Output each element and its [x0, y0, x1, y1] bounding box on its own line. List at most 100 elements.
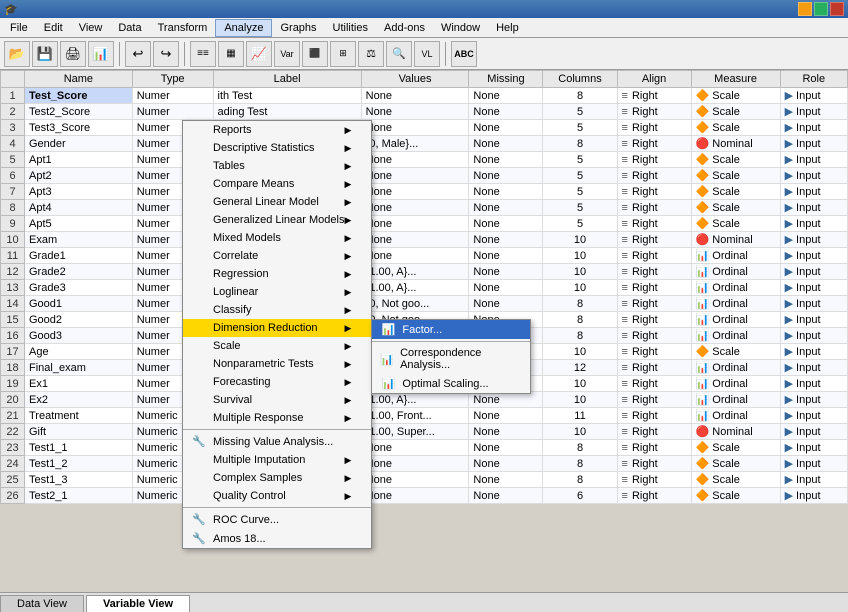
menu-quality-control[interactable]: Quality Control▶	[183, 487, 371, 505]
toolbar-var[interactable]: Var	[274, 41, 300, 67]
col-header-align[interactable]: Align	[617, 71, 691, 88]
cell-name[interactable]: Test_Score	[25, 88, 133, 104]
menu-glm[interactable]: General Linear Model▶	[183, 193, 371, 211]
toolbar-chart2[interactable]: ▦	[218, 41, 244, 67]
cell-name[interactable]: Test1_1	[25, 440, 133, 456]
cell-role: ▶Input	[780, 488, 847, 504]
cell-name[interactable]: Apt1	[25, 152, 133, 168]
cell-role: ▶Input	[780, 376, 847, 392]
row-number: 16	[1, 328, 25, 344]
cell-name[interactable]: Ex1	[25, 376, 133, 392]
cell-name[interactable]: Apt3	[25, 184, 133, 200]
toolbar-print[interactable]: 🖨	[60, 41, 86, 67]
cell-name[interactable]: Ex2	[25, 392, 133, 408]
minimize-button[interactable]	[798, 2, 812, 16]
col-header-label[interactable]: Label	[213, 71, 361, 88]
menu-reports[interactable]: Reports▶	[183, 121, 371, 139]
menu-view[interactable]: View	[71, 20, 111, 36]
cell-role: ▶Input	[780, 264, 847, 280]
toolbar-back[interactable]: ↩	[125, 41, 151, 67]
cell-name[interactable]: Test2_Score	[25, 104, 133, 120]
tab-variable-view[interactable]: Variable View	[86, 595, 190, 612]
menu-missing-value[interactable]: 🔧Missing Value Analysis...	[183, 432, 371, 451]
toolbar-save[interactable]: 💾	[32, 41, 58, 67]
cell-name[interactable]: Apt2	[25, 168, 133, 184]
menu-transform[interactable]: Transform	[150, 20, 216, 36]
menu-loglinear[interactable]: Loglinear▶	[183, 283, 371, 301]
close-button[interactable]	[830, 2, 844, 16]
cell-name[interactable]: Grade3	[25, 280, 133, 296]
tab-data-view[interactable]: Data View	[0, 595, 84, 612]
cell-align: ≡Right	[617, 232, 691, 248]
menu-scale[interactable]: Scale▶	[183, 337, 371, 355]
menu-complex-samples[interactable]: Complex Samples▶	[183, 469, 371, 487]
cell-name[interactable]: Test1_2	[25, 456, 133, 472]
cell-name[interactable]: Apt4	[25, 200, 133, 216]
menu-help[interactable]: Help	[488, 20, 527, 36]
toolbar-vl[interactable]: VL	[414, 41, 440, 67]
toolbar-split[interactable]: ⊞	[330, 41, 356, 67]
menu-gzlm[interactable]: Generalized Linear Models▶	[183, 211, 371, 229]
menu-descriptive[interactable]: Descriptive Statistics▶	[183, 139, 371, 157]
cell-name[interactable]: Treatment	[25, 408, 133, 424]
cell-name[interactable]: Test3_Score	[25, 120, 133, 136]
menu-mixed[interactable]: Mixed Models▶	[183, 229, 371, 247]
cell-name[interactable]: Gift	[25, 424, 133, 440]
toolbar-open[interactable]: 📂	[4, 41, 30, 67]
cell-name[interactable]: Test1_3	[25, 472, 133, 488]
menu-utilities[interactable]: Utilities	[325, 20, 376, 36]
menu-roc[interactable]: 🔧ROC Curve...	[183, 510, 371, 529]
toolbar-chart3[interactable]: 📈	[246, 41, 272, 67]
menu-graphs[interactable]: Graphs	[272, 20, 324, 36]
submenu-optimal-scaling[interactable]: 📊Optimal Scaling...	[372, 374, 530, 393]
menu-data[interactable]: Data	[110, 20, 149, 36]
menu-file[interactable]: File	[2, 20, 36, 36]
toolbar-select[interactable]: 🔍	[386, 41, 412, 67]
toolbar-recall[interactable]: 📊	[88, 41, 114, 67]
menu-addons[interactable]: Add-ons	[376, 20, 433, 36]
toolbar-cases[interactable]: ⬛	[302, 41, 328, 67]
cell-name[interactable]: Good1	[25, 296, 133, 312]
cell-name[interactable]: Age	[25, 344, 133, 360]
cell-name[interactable]: Grade2	[25, 264, 133, 280]
menu-amos[interactable]: 🔧Amos 18...	[183, 529, 371, 548]
submenu-correspondence[interactable]: 📊Correspondence Analysis...	[372, 344, 530, 374]
col-header-missing[interactable]: Missing	[469, 71, 543, 88]
menu-survival[interactable]: Survival▶	[183, 391, 371, 409]
menu-classify[interactable]: Classify▶	[183, 301, 371, 319]
dim-reduction-submenu[interactable]: 📊Factor... 📊Correspondence Analysis... 📊…	[371, 319, 531, 394]
menu-correlate[interactable]: Correlate▶	[183, 247, 371, 265]
maximize-button[interactable]	[814, 2, 828, 16]
cell-name[interactable]: Apt5	[25, 216, 133, 232]
menu-tables[interactable]: Tables▶	[183, 157, 371, 175]
col-header-measure[interactable]: Measure	[691, 71, 780, 88]
col-header-role[interactable]: Role	[780, 71, 847, 88]
analyze-dropdown[interactable]: Reports▶ Descriptive Statistics▶ Tables▶…	[182, 120, 372, 549]
menu-dim-reduction[interactable]: Dimension Reduction▶ 📊Factor... 📊Corresp…	[183, 319, 371, 337]
menu-regression[interactable]: Regression▶	[183, 265, 371, 283]
toolbar-fwd[interactable]: ↪	[153, 41, 179, 67]
submenu-factor[interactable]: 📊Factor...	[372, 320, 530, 339]
menu-compare-means[interactable]: Compare Means▶	[183, 175, 371, 193]
menu-analyze[interactable]: Analyze	[215, 19, 272, 37]
toolbar-weight[interactable]: ⚖	[358, 41, 384, 67]
menu-multiple-imputation[interactable]: Multiple Imputation▶	[183, 451, 371, 469]
cell-name[interactable]: Exam	[25, 232, 133, 248]
menu-multiple-response[interactable]: Multiple Response▶	[183, 409, 371, 427]
col-header-type[interactable]: Type	[132, 71, 213, 88]
menu-forecasting[interactable]: Forecasting▶	[183, 373, 371, 391]
col-header-name[interactable]: Name	[25, 71, 133, 88]
cell-name[interactable]: Final_exam	[25, 360, 133, 376]
toolbar-chart1[interactable]: ≡≡	[190, 41, 216, 67]
menu-window[interactable]: Window	[433, 20, 488, 36]
menu-nonparametric[interactable]: Nonparametric Tests▶	[183, 355, 371, 373]
cell-name[interactable]: Good3	[25, 328, 133, 344]
menu-edit[interactable]: Edit	[36, 20, 71, 36]
cell-name[interactable]: Test2_1	[25, 488, 133, 504]
col-header-columns[interactable]: Columns	[543, 71, 617, 88]
col-header-values[interactable]: Values	[361, 71, 469, 88]
cell-name[interactable]: Good2	[25, 312, 133, 328]
cell-name[interactable]: Grade1	[25, 248, 133, 264]
toolbar-abc[interactable]: ABC	[451, 41, 477, 67]
cell-name[interactable]: Gender	[25, 136, 133, 152]
